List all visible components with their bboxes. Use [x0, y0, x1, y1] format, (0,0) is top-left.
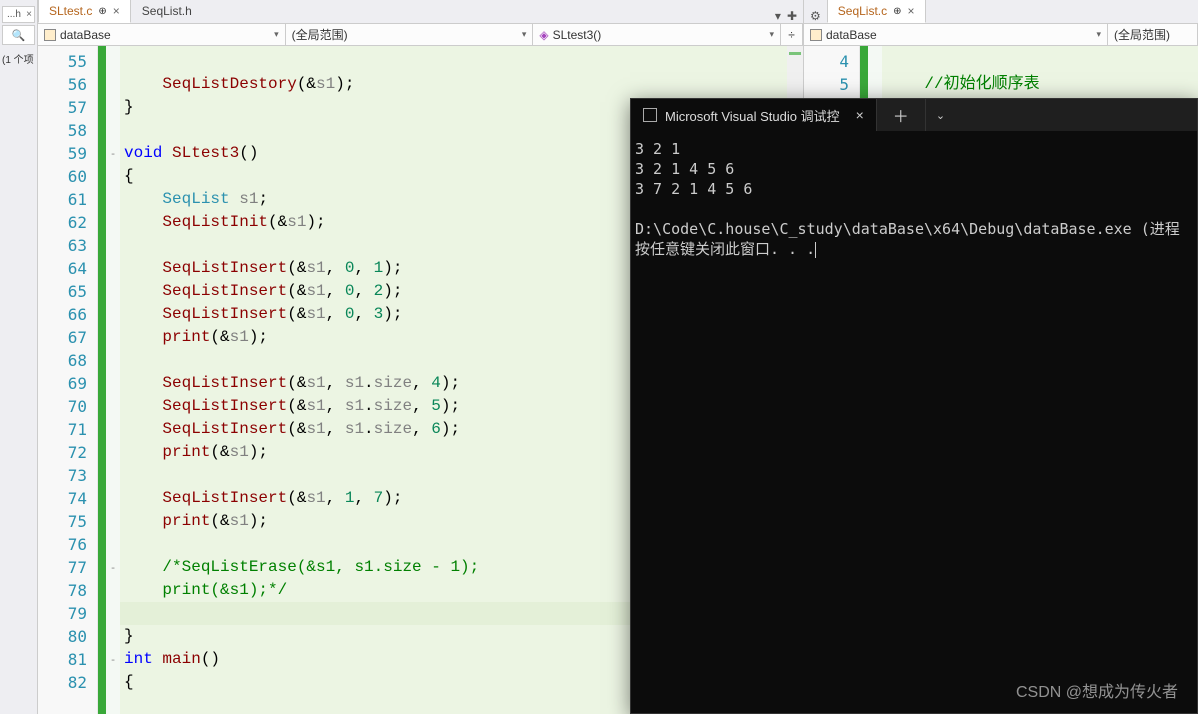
- search-icon: 🔍: [12, 29, 26, 42]
- nav-scope-label: (全局范围): [292, 26, 348, 43]
- terminal-titlebar[interactable]: Microsoft Visual Studio 调试控 × ＋ ⌄: [631, 99, 1197, 131]
- editor-tab-bar: SLtest.c ⊕ × SeqList.h ▾ ✚: [38, 0, 803, 24]
- dropdown-icon[interactable]: ▾: [775, 9, 781, 23]
- info-text: (1 个项: [0, 47, 37, 70]
- terminal-tab[interactable]: Microsoft Visual Studio 调试控 ×: [631, 99, 877, 131]
- nav-scope-label: (全局范围): [1114, 26, 1170, 43]
- project-icon: [810, 29, 822, 41]
- tab-label: SeqList.c: [838, 4, 887, 18]
- tab-tools: ▾ ✚: [769, 9, 803, 23]
- project-icon: [44, 29, 56, 41]
- close-icon[interactable]: ×: [113, 4, 120, 18]
- function-icon: ◈: [539, 28, 548, 42]
- chevron-down-icon: ▾: [769, 29, 774, 40]
- tab-label: SLtest.c: [49, 4, 92, 18]
- navigation-bar: dataBase ▾ (全局范围) ▾ ◈ SLtest3() ▾ ÷: [38, 24, 803, 46]
- chevron-down-icon: ▾: [1096, 29, 1101, 40]
- tab-seqlist-h[interactable]: SeqList.h: [131, 0, 203, 23]
- terminal-output[interactable]: 3 2 1 3 2 1 4 5 6 3 7 2 1 4 5 6 D:\Code\…: [631, 131, 1197, 713]
- pin-icon[interactable]: ⊕: [98, 6, 106, 17]
- nav-project-dropdown-right[interactable]: dataBase ▾: [804, 24, 1108, 45]
- pin-icon[interactable]: ⊕: [893, 6, 901, 17]
- nav-function-dropdown[interactable]: ◈ SLtest3() ▾: [533, 24, 781, 45]
- tab-sltest-c[interactable]: SLtest.c ⊕ ×: [38, 0, 131, 23]
- nav-function-label: SLtest3(): [553, 28, 602, 42]
- tab-seqlist-c[interactable]: SeqList.c ⊕ ×: [827, 0, 926, 23]
- editor-tab-bar-right: ⚙ SeqList.c ⊕ ×: [804, 0, 1198, 24]
- split-icon: ÷: [788, 28, 795, 42]
- close-icon[interactable]: ×: [26, 9, 32, 20]
- fold-margin[interactable]: ---: [106, 46, 120, 714]
- left-tab-label: ...h: [7, 9, 21, 20]
- search-box[interactable]: 🔍: [2, 25, 35, 45]
- nav-scope-dropdown[interactable]: (全局范围) ▾: [286, 24, 534, 45]
- add-tab-button[interactable]: ＋: [877, 99, 926, 131]
- add-icon[interactable]: ✚: [787, 9, 797, 23]
- navigation-bar-right: dataBase ▾ (全局范围): [804, 24, 1198, 46]
- nav-split-button[interactable]: ÷: [781, 24, 803, 45]
- change-indicator-margin: [98, 46, 106, 714]
- terminal-title: Microsoft Visual Studio 调试控: [665, 106, 840, 125]
- terminal-icon: [643, 108, 657, 122]
- line-number-gutter: 5556575859606162636465666768697071727374…: [38, 46, 98, 714]
- close-icon[interactable]: ×: [908, 4, 915, 18]
- solution-explorer-panel: ...h × 🔍 (1 个项: [0, 0, 38, 714]
- nav-project-dropdown[interactable]: dataBase ▾: [38, 24, 286, 45]
- nav-project-label: dataBase: [826, 28, 877, 42]
- debug-console-window[interactable]: Microsoft Visual Studio 调试控 × ＋ ⌄ 3 2 1 …: [630, 98, 1198, 714]
- gear-icon[interactable]: ⚙: [810, 9, 821, 23]
- watermark: CSDN @想成为传火者: [1016, 678, 1178, 702]
- left-tab[interactable]: ...h ×: [2, 6, 35, 23]
- tab-menu-button[interactable]: ⌄: [926, 109, 955, 122]
- tab-tools-left: ⚙: [804, 9, 827, 23]
- close-icon[interactable]: ×: [856, 107, 864, 123]
- nav-scope-dropdown-right[interactable]: (全局范围): [1108, 24, 1198, 45]
- nav-project-label: dataBase: [60, 28, 111, 42]
- chevron-down-icon: ▾: [274, 29, 279, 40]
- chevron-down-icon: ▾: [522, 29, 527, 40]
- tab-label: SeqList.h: [142, 4, 192, 18]
